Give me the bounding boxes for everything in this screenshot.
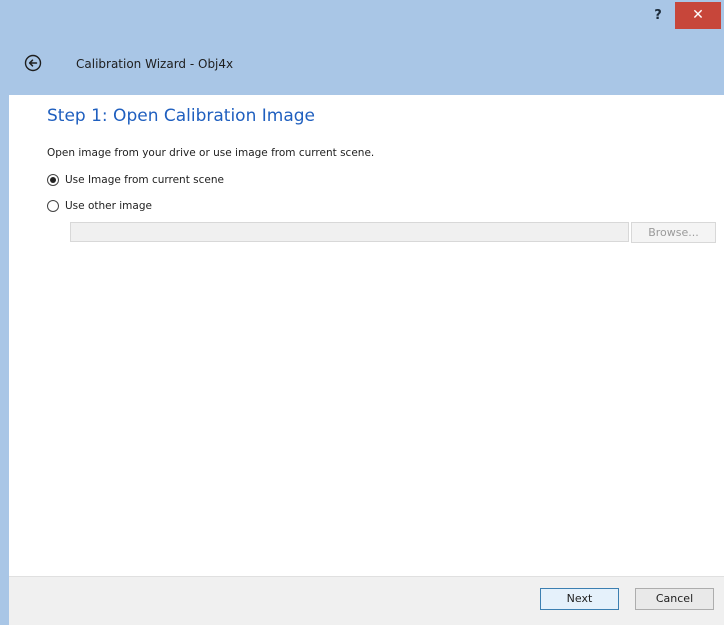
wizard-content: Step 1: Open Calibration Image Open imag… (9, 95, 724, 576)
step-instructions: Open image from your drive or use image … (47, 147, 375, 159)
wizard-window: ? ✕ Calibration Wizard - Obj4x Step 1: O… (0, 0, 724, 625)
radio-use-current-scene[interactable]: Use Image from current scene (47, 172, 224, 188)
close-button[interactable]: ✕ (675, 2, 721, 29)
window-title: Calibration Wizard - Obj4x (76, 57, 234, 71)
wizard-footer: Next Cancel (9, 576, 724, 625)
cancel-button[interactable]: Cancel (635, 588, 714, 610)
step-title: Step 1: Open Calibration Image (47, 106, 316, 126)
image-path-input[interactable] (70, 222, 629, 242)
radio-label-current-scene: Use Image from current scene (65, 174, 224, 186)
next-button[interactable]: Next (540, 588, 619, 610)
radio-button-selected[interactable] (47, 174, 59, 186)
radio-button-unselected[interactable] (47, 200, 59, 212)
radio-label-other-image: Use other image (65, 200, 152, 212)
title-bar (0, 0, 724, 95)
window-left-edge (0, 0, 9, 625)
back-arrow-icon[interactable] (24, 54, 42, 72)
radio-use-other-image[interactable]: Use other image (47, 198, 152, 214)
help-button[interactable]: ? (645, 6, 671, 26)
browse-button[interactable]: Browse... (631, 222, 716, 243)
